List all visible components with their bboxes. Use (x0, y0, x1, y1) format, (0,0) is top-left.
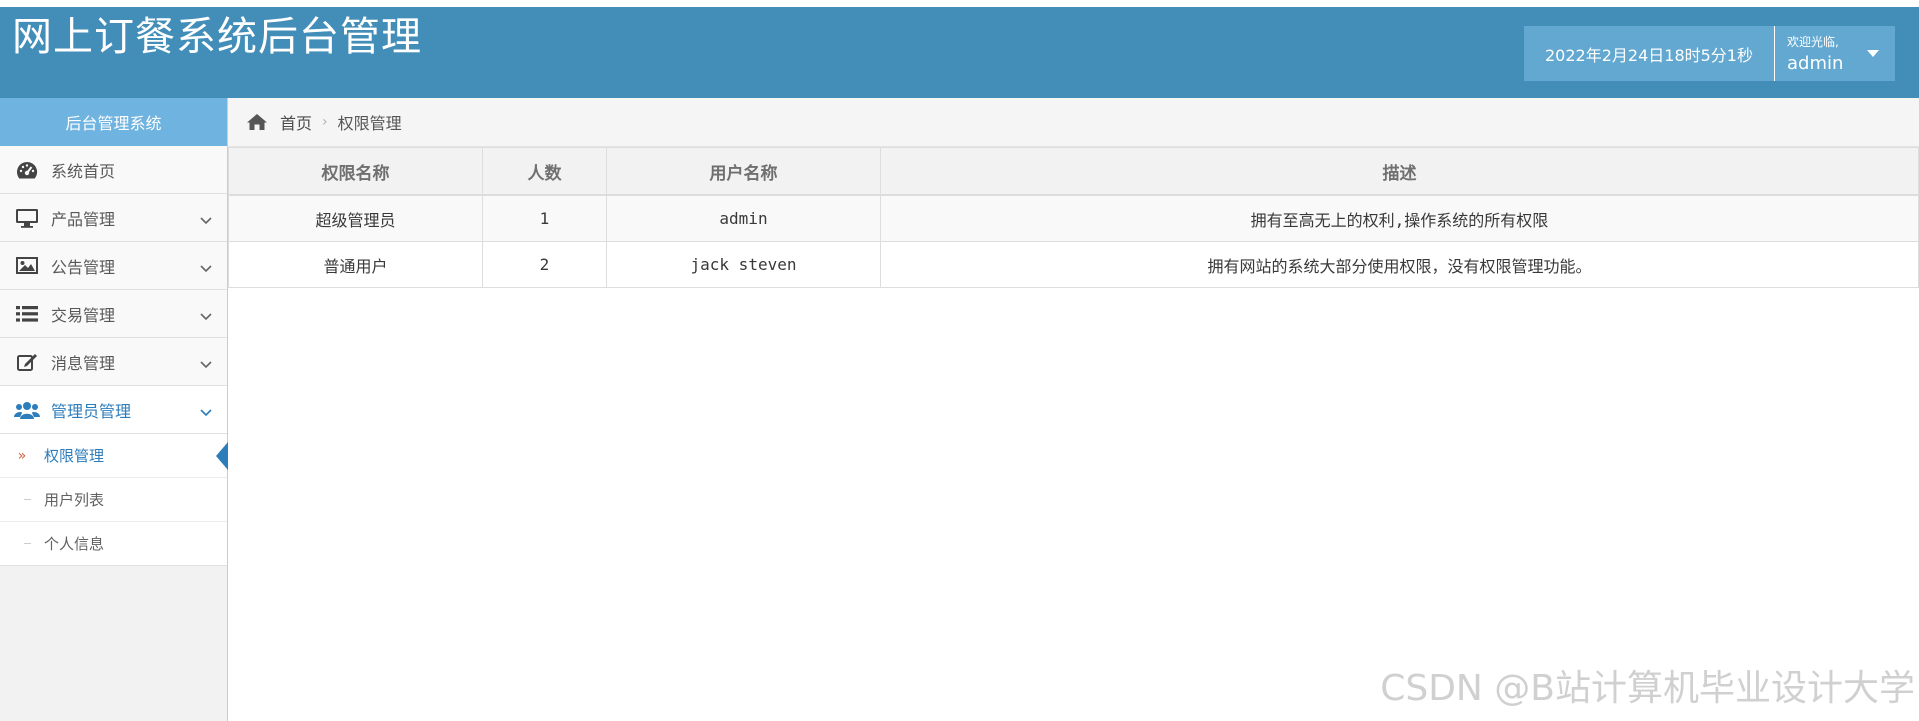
cell-count: 2 (482, 241, 607, 288)
top-strip (0, 0, 1919, 7)
tree-dash (24, 499, 31, 500)
header-user-panel: 2022年2月24日18时5分1秒 欢迎光临, admin (1524, 26, 1895, 81)
header-bar: 网上订餐系统后台管理 2022年2月24日18时5分1秒 欢迎光临, admin (0, 7, 1919, 98)
column-header-description: 描述 (880, 147, 1919, 196)
sidebar-item-transactions[interactable]: 交易管理 (0, 290, 227, 338)
desktop-icon (14, 207, 40, 229)
cell-role: 普通用户 (228, 241, 483, 288)
table-header-row: 权限名称 人数 用户名称 描述 (228, 147, 1919, 196)
submenu-item-profile[interactable]: 个人信息 (0, 522, 227, 565)
sidebar-item-label: 产品管理 (51, 209, 116, 229)
sidebar-item-label: 消息管理 (51, 353, 116, 373)
chevron-down-icon (200, 210, 212, 229)
tree-dash (24, 543, 31, 544)
column-header-role: 权限名称 (228, 147, 483, 196)
submenu-item-label: 个人信息 (44, 535, 105, 553)
sidebar-item-admin-management[interactable]: 管理员管理 (0, 386, 227, 434)
column-header-count: 人数 (482, 147, 607, 196)
sidebar-item-dashboard[interactable]: 系统首页 (0, 146, 227, 194)
submenu-item-label: 用户列表 (44, 491, 105, 509)
chevron-down-icon (200, 258, 212, 277)
double-angle-right-icon: » (17, 447, 27, 464)
sidebar-title: 后台管理系统 (0, 98, 227, 146)
chevron-down-icon (200, 402, 212, 421)
dashboard-icon (14, 159, 40, 181)
cell-users: admin (606, 194, 881, 242)
cell-description: 拥有至高无上的权利,操作系统的所有权限 (880, 194, 1919, 242)
sidebar-item-products[interactable]: 产品管理 (0, 194, 227, 242)
breadcrumb: 首页 › 权限管理 (228, 98, 1919, 147)
picture-icon (14, 255, 40, 277)
breadcrumb-current: 权限管理 (337, 114, 402, 133)
sidebar-item-announcements[interactable]: 公告管理 (0, 242, 227, 290)
sidebar: 后台管理系统 系统首页 产品管理 公告管理 交易管理 消息管理 管理员管理 » … (0, 98, 228, 721)
chevron-down-icon (200, 306, 212, 325)
submenu-item-user-list[interactable]: 用户列表 (0, 478, 227, 522)
cell-description: 拥有网站的系统大部分使用权限，没有权限管理功能。 (880, 241, 1919, 288)
sidebar-item-label: 交易管理 (51, 305, 116, 325)
list-icon (14, 303, 40, 325)
column-header-users: 用户名称 (606, 147, 881, 196)
caret-down-icon (1867, 50, 1879, 57)
table-row[interactable]: 超级管理员 1 admin 拥有至高无上的权利,操作系统的所有权限 (228, 194, 1919, 242)
submenu-item-label: 权限管理 (44, 447, 105, 465)
submenu-item-permissions[interactable]: » 权限管理 (0, 434, 228, 478)
home-icon[interactable] (246, 112, 268, 132)
breadcrumb-separator: › (322, 114, 328, 130)
permissions-table: 权限名称 人数 用户名称 描述 超级管理员 1 admin 拥有至高无上的权利,… (228, 147, 1919, 288)
edit-icon (14, 351, 40, 373)
users-icon (14, 399, 40, 421)
chevron-down-icon (200, 354, 212, 373)
datetime-display: 2022年2月24日18时5分1秒 (1524, 26, 1775, 81)
username-text: admin (1787, 53, 1844, 74)
table-row[interactable]: 普通用户 2 jack steven 拥有网站的系统大部分使用权限，没有权限管理… (228, 241, 1919, 288)
sidebar-item-label: 管理员管理 (51, 401, 132, 421)
watermark: CSDN @B站计算机毕业设计大学 (1380, 668, 1915, 709)
sidebar-item-label: 公告管理 (51, 257, 116, 277)
active-indicator-arrow (216, 442, 228, 470)
cell-count: 1 (482, 194, 607, 242)
breadcrumb-home-link[interactable]: 首页 (280, 110, 312, 134)
app-title: 网上订餐系统后台管理 (12, 14, 422, 60)
user-menu-button[interactable]: 欢迎光临, admin (1775, 26, 1895, 81)
admin-submenu: » 权限管理 用户列表 个人信息 (0, 434, 228, 566)
welcome-text: 欢迎光临, (1787, 35, 1839, 49)
sidebar-item-label: 系统首页 (51, 161, 116, 181)
cell-role: 超级管理员 (228, 194, 483, 242)
sidebar-item-messages[interactable]: 消息管理 (0, 338, 227, 386)
cell-users: jack steven (606, 241, 881, 288)
